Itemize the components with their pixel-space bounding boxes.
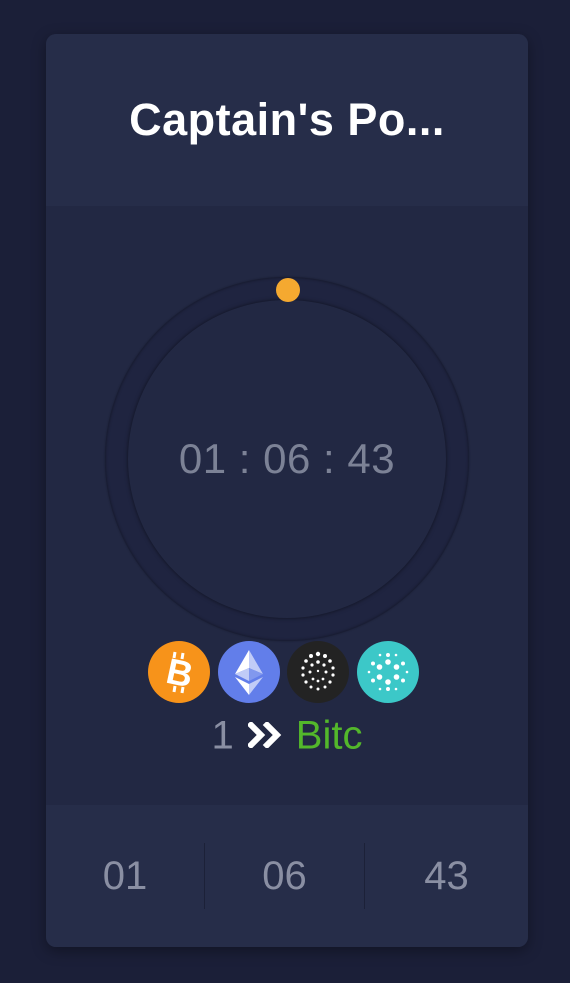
trading-pair[interactable]: 1 Bitc: [46, 710, 528, 760]
hours-value: 01: [102, 853, 148, 898]
countdown-text: 01 : 06 : 43: [178, 435, 396, 482]
ethereum-icon: [218, 641, 280, 703]
coin-list: B: [148, 641, 419, 703]
cardano-icon: [357, 641, 419, 703]
countdown-footer: 01 06 43: [46, 805, 528, 947]
card-header: Captain's Po...: [46, 34, 528, 206]
iota-icon: [287, 641, 349, 703]
countdown-face: 01 : 06 : 43: [128, 300, 446, 618]
progress-indicator-dot: [276, 278, 300, 302]
seconds-value: 43: [424, 853, 469, 898]
svg-text:B: B: [163, 650, 197, 696]
pool-title: Captain's Po...: [129, 94, 445, 145]
pool-card[interactable]: Captain's Po... 01 : 06 : 43 B 1 Bitc 01…: [46, 34, 528, 947]
minutes-value: 06: [262, 853, 307, 898]
pair-name: Bitc: [295, 713, 363, 758]
pair-count: 1: [211, 713, 234, 758]
bitcoin-icon: B: [148, 641, 210, 703]
countdown-ring: 01 : 06 : 43: [105, 277, 469, 641]
double-chevron-right-icon: [246, 710, 284, 760]
